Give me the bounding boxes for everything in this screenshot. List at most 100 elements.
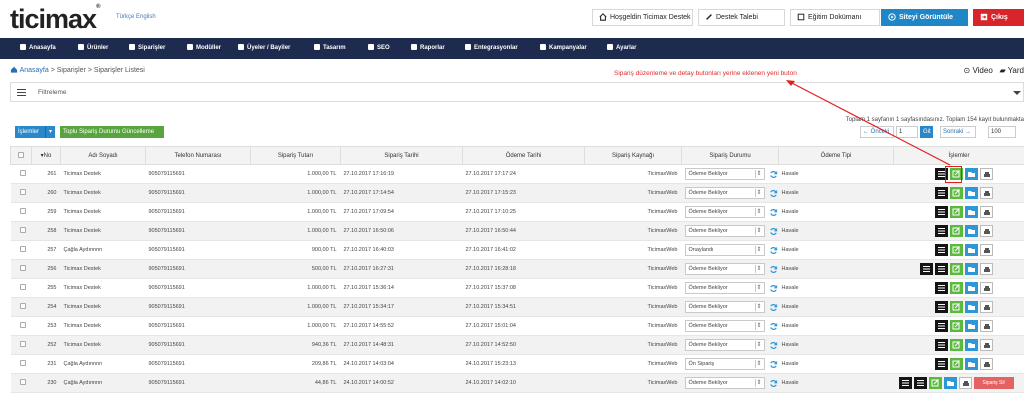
stack-icon[interactable] — [935, 187, 948, 199]
print-icon[interactable] — [980, 320, 993, 332]
folder-icon[interactable] — [944, 377, 957, 389]
per-page-select[interactable]: 100 — [988, 126, 1016, 138]
logout-button[interactable]: Çıkış — [973, 9, 1024, 26]
table-row[interactable]: 257Çağla Aydınnnn905079115691900,00 TL27… — [11, 241, 1024, 260]
nav-siparisler[interactable]: Siparişler — [129, 38, 165, 59]
next-page-button[interactable]: Sonraki → — [940, 126, 976, 138]
row-checkbox[interactable] — [20, 322, 26, 328]
table-row[interactable]: 260Ticimax Destek9050791156911.000,00 TL… — [11, 184, 1024, 203]
list-icon[interactable] — [920, 263, 933, 275]
print-icon[interactable] — [980, 301, 993, 313]
nav-raporlar[interactable]: Raporlar — [411, 38, 445, 59]
stack-icon[interactable] — [935, 225, 948, 237]
table-row[interactable]: 261Ticimax Destek9050791156911.000,00 TL… — [11, 165, 1024, 184]
folder-icon[interactable] — [965, 339, 978, 351]
ticimax-logo[interactable]: ticimax® — [10, 4, 99, 35]
column-header-source[interactable]: Sipariş Kaynağı — [585, 147, 682, 165]
refresh-icon[interactable] — [769, 284, 778, 293]
column-header-status[interactable]: Sipariş Durumu — [682, 147, 779, 165]
order-status-select[interactable]: Ödeme Bekliyor — [685, 320, 765, 332]
order-status-select[interactable]: Ödeme Bekliyor — [685, 377, 765, 389]
refresh-icon[interactable] — [769, 341, 778, 350]
select-all-checkbox[interactable] — [18, 152, 24, 158]
edit-icon[interactable] — [929, 377, 942, 389]
print-icon[interactable] — [980, 358, 993, 370]
table-row[interactable]: 258Ticimax Destek9050791156911.000,00 TL… — [11, 222, 1024, 241]
select-all-header[interactable] — [11, 147, 32, 165]
refresh-icon[interactable] — [769, 189, 778, 198]
nav-seo[interactable]: SEO — [368, 38, 390, 59]
column-header-payment-date[interactable]: Ödeme Tarihi — [463, 147, 585, 165]
print-icon[interactable] — [959, 377, 972, 389]
help-link[interactable]: ▰ Yard — [999, 66, 1024, 75]
refresh-icon[interactable] — [769, 360, 778, 369]
print-icon[interactable] — [980, 244, 993, 256]
row-checkbox[interactable] — [20, 246, 26, 252]
stack-icon[interactable] — [914, 377, 927, 389]
column-header-phone[interactable]: Telefon Numarası — [146, 147, 251, 165]
nav-tasarim[interactable]: Tasarım — [314, 38, 346, 59]
folder-icon[interactable] — [965, 282, 978, 294]
stack-icon[interactable] — [935, 358, 948, 370]
order-status-select[interactable]: Ödeme Bekliyor — [685, 282, 765, 294]
delete-order-button[interactable]: Sipariş Sil — [974, 377, 1014, 389]
table-row[interactable]: 256Ticimax Destek905079115691500,00 TL27… — [11, 260, 1024, 279]
edit-icon[interactable] — [950, 187, 963, 199]
refresh-icon[interactable] — [769, 379, 778, 388]
edit-icon[interactable] — [950, 206, 963, 218]
stack-icon[interactable] — [935, 206, 948, 218]
folder-icon[interactable] — [965, 225, 978, 237]
row-checkbox[interactable] — [20, 303, 26, 309]
column-header-order-date[interactable]: Sipariş Tarihi — [341, 147, 463, 165]
edit-icon[interactable] — [950, 301, 963, 313]
refresh-icon[interactable] — [769, 227, 778, 236]
table-row[interactable]: 252Ticimax Destek905079115691940,36 TL27… — [11, 336, 1024, 355]
edit-icon[interactable] — [950, 358, 963, 370]
edit-icon[interactable] — [950, 282, 963, 294]
stack-icon[interactable] — [935, 320, 948, 332]
nav-moduller[interactable]: Modüller — [187, 38, 221, 59]
folder-icon[interactable] — [965, 320, 978, 332]
row-checkbox[interactable] — [20, 379, 26, 385]
view-site-button[interactable]: Siteyi Görüntüle — [881, 9, 968, 26]
order-status-select[interactable]: Onaylandı — [685, 244, 765, 256]
page-number-input[interactable]: 1 — [896, 126, 918, 138]
prev-page-button[interactable]: ← Önceki — [860, 126, 894, 138]
nav-entegrasyonlar[interactable]: Entegrasyonlar — [465, 38, 518, 59]
video-link[interactable]: ⊙ Video — [964, 66, 993, 75]
folder-icon[interactable] — [965, 263, 978, 275]
column-header-amount[interactable]: Sipariş Tutarı — [251, 147, 341, 165]
folder-icon[interactable] — [965, 187, 978, 199]
breadcrumb-home-link[interactable]: Anasayfa — [20, 67, 49, 74]
print-icon[interactable] — [980, 187, 993, 199]
column-header-name[interactable]: Adı Soyadı — [61, 147, 146, 165]
folder-icon[interactable] — [965, 206, 978, 218]
order-status-select[interactable]: Ödeme Bekliyor — [685, 225, 765, 237]
edit-icon[interactable] — [950, 320, 963, 332]
operations-dropdown-button[interactable]: İşlemler▾ — [15, 126, 55, 138]
stack-icon[interactable] — [935, 244, 948, 256]
folder-icon[interactable] — [965, 301, 978, 313]
table-row[interactable]: 230Çağla Aydınnnn90507911569144,86 TL24.… — [11, 374, 1024, 393]
print-icon[interactable] — [980, 225, 993, 237]
support-request-button[interactable]: Destek Talebi — [698, 9, 785, 26]
print-icon[interactable] — [980, 206, 993, 218]
row-checkbox[interactable] — [20, 208, 26, 214]
stack-icon[interactable] — [935, 301, 948, 313]
column-header-payment-type[interactable]: Ödeme Tipi — [779, 147, 894, 165]
order-status-select[interactable]: Ödeme Bekliyor — [685, 168, 765, 180]
filter-panel-toggle[interactable]: Filtreleme — [10, 82, 1024, 102]
list-icon[interactable] — [899, 377, 912, 389]
refresh-icon[interactable] — [769, 208, 778, 217]
folder-icon[interactable] — [965, 244, 978, 256]
nav-urunler[interactable]: Ürünler — [78, 38, 108, 59]
nav-anasayfa[interactable]: Anasayfa — [20, 38, 56, 59]
stack-icon[interactable] — [935, 263, 948, 275]
stack-icon[interactable] — [935, 339, 948, 351]
order-status-select[interactable]: Ön Sipariş — [685, 358, 765, 370]
print-icon[interactable] — [980, 339, 993, 351]
refresh-icon[interactable] — [769, 322, 778, 331]
order-status-select[interactable]: Ödeme Bekliyor — [685, 206, 765, 218]
go-button[interactable]: Git — [920, 126, 933, 138]
print-icon[interactable] — [980, 263, 993, 275]
